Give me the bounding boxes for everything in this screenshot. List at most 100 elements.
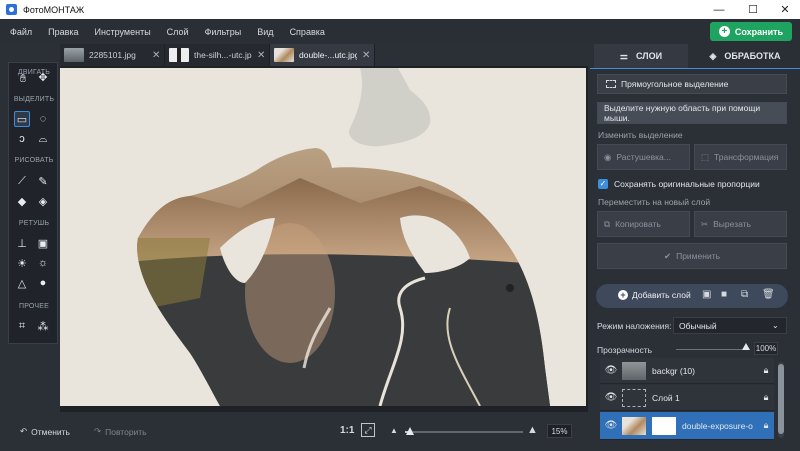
zoom-slider-thumb[interactable]: [405, 427, 414, 435]
brightness-tool-icon[interactable]: ☀: [14, 255, 30, 271]
menu-bar: Файл Правка Инструменты Слой Фильтры Вид…: [0, 19, 800, 44]
hand-tool-icon[interactable]: ✋︎: [15, 71, 31, 87]
tab-title: double-...utc.jpg: [299, 50, 357, 60]
close-tab-icon[interactable]: ✕: [152, 50, 164, 61]
darken-tool-icon[interactable]: ☼: [35, 255, 51, 271]
minimize-button[interactable]: —: [704, 0, 734, 19]
eye-icon[interactable]: 👁︎: [600, 392, 622, 403]
brush-tool-icon[interactable]: ⟋: [14, 173, 30, 189]
feather-icon: ◉: [604, 151, 612, 162]
layer-name: double-exposure-o: [682, 420, 753, 431]
menu-file[interactable]: Файл: [0, 27, 40, 37]
menu-view[interactable]: Вид: [249, 27, 281, 37]
close-tab-icon[interactable]: ✕: [257, 50, 269, 61]
redo-label: Повторить: [105, 426, 147, 437]
trash-icon[interactable]: 🗑︎: [762, 289, 775, 300]
cut-button[interactable]: ✂ Вырезать: [694, 211, 787, 237]
transform-button[interactable]: ⬚ Трансформация: [694, 144, 787, 170]
apply-label: Применить: [676, 251, 721, 261]
redo-button[interactable]: ↷ Повторить: [94, 426, 147, 437]
duplicate-icon[interactable]: ⧉: [741, 289, 748, 300]
layer-row-active[interactable]: 👁︎ double-exposure-o 🔒︎: [600, 412, 774, 440]
layer-row[interactable]: 👁︎ backgr (10) 🔒︎: [600, 358, 774, 384]
lock-icon[interactable]: 🔒︎: [758, 392, 774, 403]
undo-button[interactable]: ↶ Отменить: [20, 426, 70, 437]
tab-double-exposure[interactable]: double-...utc.jpg ✕: [270, 44, 375, 66]
transform-label: Трансформация: [714, 152, 779, 162]
sharpen-tool-icon[interactable]: △: [14, 275, 30, 291]
feather-label: Растушевка...: [616, 152, 671, 162]
apply-button[interactable]: ✔ Применить: [597, 243, 787, 269]
layers-scrollbar-thumb[interactable]: [778, 364, 784, 434]
layer-mask-icon[interactable]: ▣: [702, 289, 711, 300]
app-logo-icon: [6, 4, 17, 15]
zoom-value[interactable]: 15%: [547, 424, 572, 438]
tab-silhouette[interactable]: the-silh...-utc.jpg ✕: [165, 44, 270, 66]
tab-layers[interactable]: ⚌ СЛОИ: [594, 44, 688, 68]
blur-tool-icon[interactable]: ●: [35, 275, 51, 291]
opacity-slider[interactable]: [676, 343, 750, 350]
layers-scrollbar[interactable]: [778, 362, 784, 438]
transform-icon: ⬚: [701, 151, 710, 162]
sliders-icon: ⚌: [619, 50, 628, 61]
tools-retouch-heading: РЕТУШЬ: [18, 220, 50, 227]
checkmark-icon: ✓: [598, 179, 608, 189]
patch-tool-icon[interactable]: ▣: [35, 235, 51, 251]
blend-mode-value: Обычный: [679, 320, 717, 331]
stamp-tool-icon[interactable]: ⊥: [14, 235, 30, 251]
tab-2285101[interactable]: 2285101.jpg ✕: [60, 44, 165, 66]
save-button[interactable]: + Сохранить: [710, 22, 792, 41]
lock-icon[interactable]: 🔒︎: [758, 365, 774, 376]
pencil-tool-icon[interactable]: ✎: [35, 173, 51, 189]
zoom-out-icon[interactable]: ▲: [390, 426, 398, 435]
keep-proportions-checkbox[interactable]: ✓ Сохранять оригинальные пропорции: [598, 179, 760, 189]
rect-select-mode[interactable]: Прямоугольное выделение: [597, 74, 787, 94]
toolbox: ДВИГАТЬ ✋︎ ✥ ВЫДЕЛИТЬ ▭ ◌ ↄ ⌓ РИСОВАТЬ ⟋…: [8, 62, 58, 344]
blend-mode-select[interactable]: Обычный ⌄: [673, 317, 787, 334]
redo-icon: ↷: [94, 426, 102, 436]
change-selection-heading: Изменить выделение: [598, 130, 683, 140]
feather-button[interactable]: ◉ Растушевка...: [597, 144, 690, 170]
zoom-slider[interactable]: [405, 427, 523, 435]
menu-layer[interactable]: Слой: [159, 27, 197, 37]
eraser-tool-icon[interactable]: ◆: [14, 193, 30, 209]
copy-button[interactable]: ⧉ Копировать: [597, 211, 690, 237]
menu-tools[interactable]: Инструменты: [87, 27, 159, 37]
close-tab-icon[interactable]: ✕: [362, 50, 374, 61]
layer-thumbnail: [622, 388, 646, 407]
maximize-button[interactable]: ☐: [738, 0, 768, 19]
menu-filters[interactable]: Фильтры: [197, 27, 250, 37]
window-title: ФотоМОНТАЖ: [23, 4, 85, 15]
menu-edit[interactable]: Правка: [40, 27, 86, 37]
actual-size-button[interactable]: 1:1: [340, 425, 354, 436]
folder-icon[interactable]: ■: [721, 289, 727, 300]
move-tool-icon[interactable]: ✥: [35, 69, 51, 85]
opacity-value[interactable]: 100%: [754, 342, 778, 355]
add-layer-button[interactable]: + Добавить слой: [618, 290, 691, 300]
shapes-tool-icon[interactable]: ⁂: [35, 318, 51, 334]
fit-screen-icon[interactable]: ⤢: [361, 423, 375, 437]
title-bar: ФотоМОНТАЖ: [0, 0, 800, 19]
undo-icon: ↶: [20, 426, 28, 436]
keep-proportions-label: Сохранять оригинальные пропорции: [614, 179, 760, 189]
close-window-button[interactable]: ✕: [770, 0, 800, 19]
eye-icon[interactable]: 👁︎: [600, 420, 622, 431]
layer-row[interactable]: 👁︎ Слой 1 🔒︎: [600, 385, 774, 411]
image-canvas[interactable]: [60, 68, 586, 406]
ellipse-select-tool-icon[interactable]: ◌: [35, 111, 51, 127]
tab-processing[interactable]: ◈ ОБРАБОТКА: [690, 44, 800, 68]
menu-help[interactable]: Справка: [282, 27, 333, 37]
document-tabs: 2285101.jpg ✕ the-silh...-utc.jpg ✕ doub…: [60, 44, 588, 66]
lock-icon[interactable]: 🔒︎: [758, 420, 774, 431]
lasso-tool-icon[interactable]: ↄ: [14, 131, 30, 147]
fill-tool-icon[interactable]: ◈: [35, 193, 51, 209]
opacity-slider-thumb[interactable]: [742, 343, 750, 350]
rect-select-tool-icon[interactable]: ▭: [14, 111, 30, 127]
crop-tool-icon[interactable]: ⌗: [14, 318, 30, 334]
eye-icon[interactable]: 👁︎: [600, 365, 622, 376]
tab-title: 2285101.jpg: [89, 50, 136, 60]
zoom-in-icon[interactable]: ▲: [527, 424, 538, 436]
tab-layers-label: СЛОИ: [636, 51, 663, 61]
polygon-lasso-tool-icon[interactable]: ⌓: [35, 131, 51, 147]
plus-icon: +: [718, 26, 730, 37]
